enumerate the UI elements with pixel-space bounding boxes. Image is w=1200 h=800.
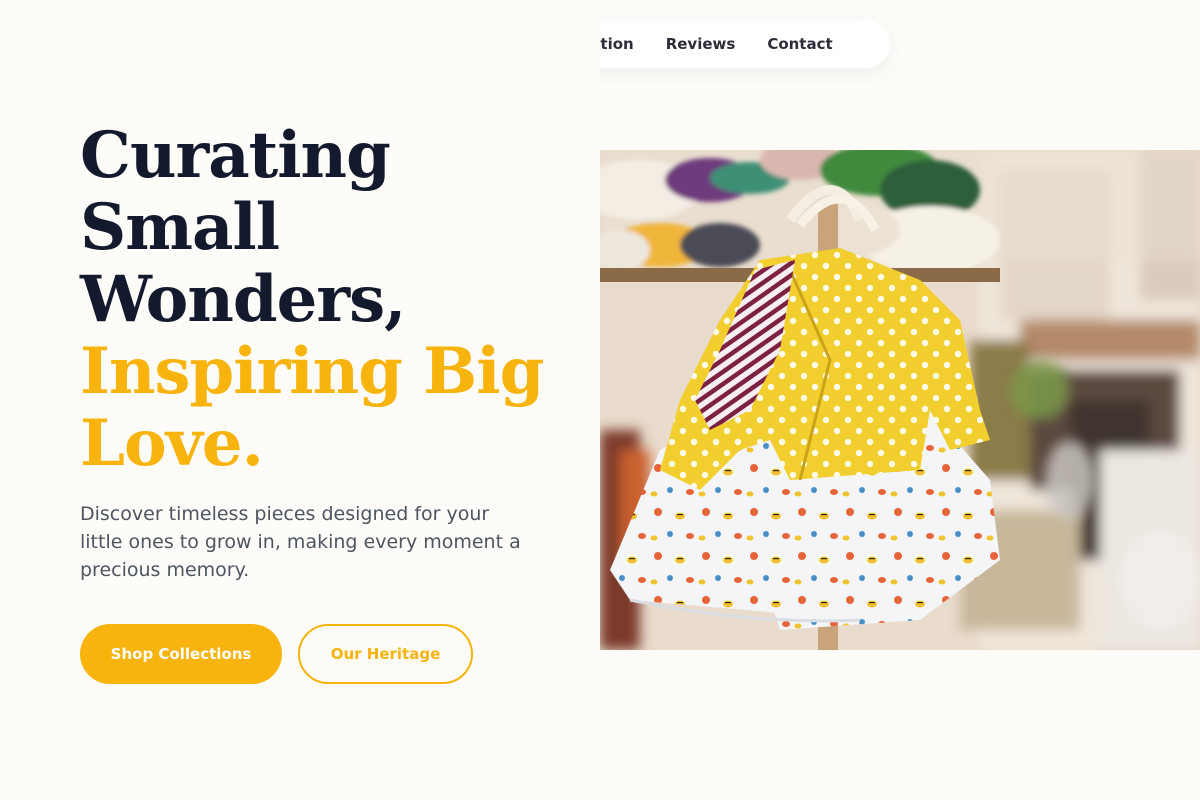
landing-page: piration Reviews Contact Curating Small … bbox=[0, 0, 1200, 800]
hero-title-accent-line: Love. bbox=[80, 406, 264, 481]
hero-title-accent-line: Inspiring Big bbox=[80, 334, 544, 409]
hero-photo bbox=[600, 150, 1200, 650]
shop-collections-button[interactable]: Shop Collections bbox=[80, 624, 282, 684]
nav-overlap-panel bbox=[290, 0, 600, 96]
our-heritage-button[interactable]: Our Heritage bbox=[298, 624, 473, 684]
nav-link-reviews[interactable]: Reviews bbox=[666, 35, 736, 53]
nav-links: piration Reviews Contact bbox=[567, 20, 833, 68]
nav-link-contact[interactable]: Contact bbox=[767, 35, 832, 53]
hero-description: Discover timeless pieces designed for yo… bbox=[80, 503, 521, 581]
hero-title-line: Wonders, bbox=[80, 262, 406, 337]
clothes-rack-illustration bbox=[600, 150, 1200, 650]
hero-title-line: Small bbox=[80, 190, 280, 265]
hero-title-line: Curating bbox=[80, 118, 391, 193]
hero-title: Curating Small Wonders, Inspiring Big Lo… bbox=[80, 120, 600, 480]
